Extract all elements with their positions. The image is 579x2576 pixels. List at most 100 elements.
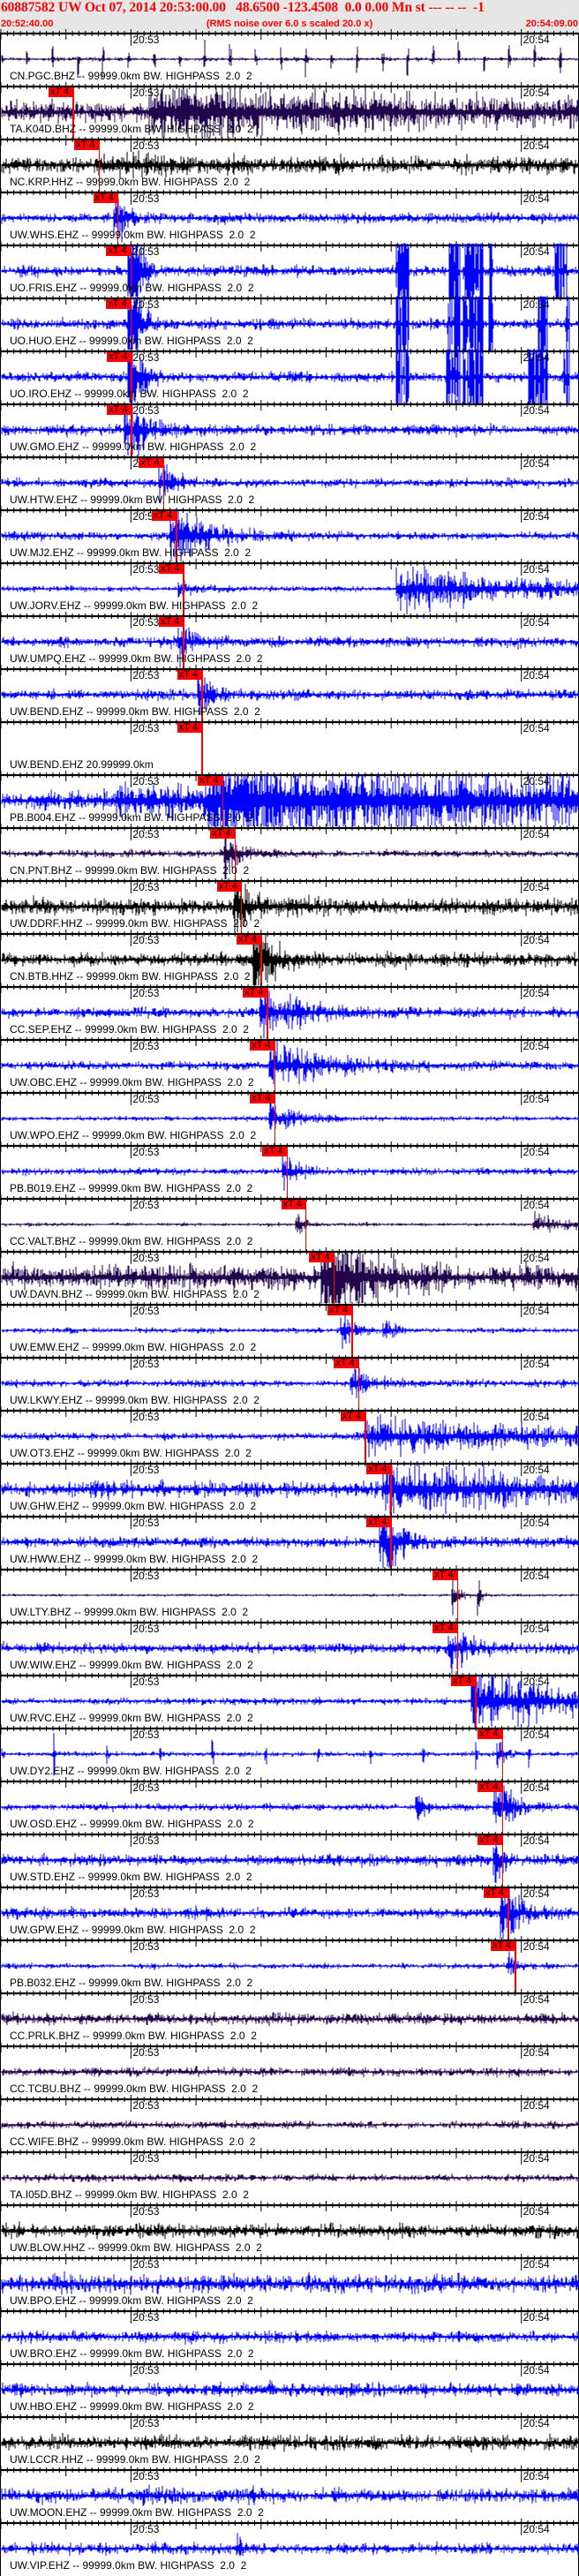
time-tick-label: 20:53 bbox=[132, 2364, 160, 2376]
phase-pick-marker[interactable]: xT 4 bbox=[250, 1041, 275, 1051]
time-tick-label: 20:53 bbox=[132, 245, 160, 258]
channel-label: TA.I05D.BHZ -- 99999.0km BW. HIGHPASS 2.… bbox=[10, 2188, 249, 2201]
trace-panel: 20:53 20:54 xT 4 UW.HWW.EHZ -- 99999.0km BW… bbox=[0, 1512, 579, 1569]
time-tick-label: 20:53 bbox=[132, 1676, 160, 1688]
time-tick-label: 20:54 bbox=[523, 1146, 550, 1158]
phase-pick-marker[interactable]: xT 4 bbox=[159, 617, 184, 627]
time-tick-label: 20:53 bbox=[132, 1834, 160, 1847]
phase-pick-marker[interactable]: xT 4 bbox=[216, 882, 242, 892]
trace-panel: 20:53 20:54 TA.I05D.BHZ -- 99999.0km BW. H… bbox=[0, 2148, 579, 2204]
trace-panel: 20:53 20:54 xT 4 CN.PNT.BHZ -- 99999.0km BW… bbox=[0, 824, 579, 880]
time-tick-label: 20:53 bbox=[132, 881, 160, 893]
phase-pick-marker[interactable]: xT 4 bbox=[334, 1359, 359, 1368]
trace-panel: 20:53 20:54 xT 4 UW.STD.EHZ -- 99999.0km BW… bbox=[0, 1830, 579, 1887]
channel-label: PB.B019.EHZ -- 99999.0km BW. HIGHPASS 2.… bbox=[10, 1182, 253, 1194]
channel-label: UW.RVC.EHZ -- 99999.0km BW. HIGHPASS 2.0… bbox=[10, 1712, 253, 1724]
channel-label: UW.GMO.EHZ -- 99999.0km BW. HIGHPASS 2.0… bbox=[10, 441, 257, 453]
channel-label: UO.FRIS.EHZ -- 99999.0km BW. HIGHPASS 2.… bbox=[10, 282, 254, 294]
phase-pick-marker[interactable]: xT 4 bbox=[106, 299, 132, 309]
channel-label: UW.DDRF.HHZ -- 99999.0km BW. HIGHPASS 2.… bbox=[10, 917, 260, 930]
channel-label: UW.OSD.EHZ -- 99999.0km BW. HIGHPASS 2.0… bbox=[10, 1818, 254, 1830]
time-tick-label: 20:54 bbox=[523, 404, 550, 417]
channel-label: CC.WIFE.BHZ -- 99999.0km BW. HIGHPASS 2.… bbox=[10, 2135, 256, 2148]
time-tick-label: 20:53 bbox=[132, 669, 160, 682]
waveform-trace bbox=[1, 2432, 579, 2452]
phase-pick-marker[interactable]: xT 4 bbox=[477, 1729, 503, 1739]
phase-pick-marker[interactable]: xT 4 bbox=[48, 87, 73, 97]
time-tick-label: 20:53 bbox=[132, 1517, 160, 1529]
time-tick-label: 20:54 bbox=[523, 1887, 550, 1900]
phase-pick-marker[interactable]: xT 4 bbox=[327, 1306, 353, 1315]
trace-panel: 20:53 20:54 CC.TCBU.BHZ -- 99999.0km BW. H… bbox=[0, 2042, 579, 2098]
phase-pick-marker[interactable]: xT 4 bbox=[106, 246, 132, 256]
phase-pick-marker[interactable]: xT 4 bbox=[243, 988, 268, 998]
phase-pick-marker[interactable]: xT 4 bbox=[432, 1623, 458, 1633]
phase-pick-marker[interactable]: xT 4 bbox=[177, 670, 202, 680]
phase-pick-marker[interactable]: xT 4 bbox=[159, 564, 184, 574]
channel-label: UW.BEND.EHZ 20.99999.0km bbox=[10, 758, 154, 771]
phase-pick-marker[interactable]: xT 4 bbox=[198, 776, 223, 786]
phase-pick-marker[interactable]: xT 4 bbox=[366, 1465, 392, 1474]
time-tick-label: 20:54 bbox=[523, 934, 550, 946]
phase-pick-marker[interactable]: xT 4 bbox=[262, 1147, 288, 1156]
time-tick-label: 20:54 bbox=[523, 351, 550, 364]
time-tick-label: 20:53 bbox=[132, 775, 160, 787]
channel-label: CC.PRLK.BHZ -- 99999.0km BW. HIGHPASS 2.… bbox=[10, 2030, 257, 2042]
time-tick-label: 20:53 bbox=[132, 1781, 160, 1794]
phase-pick-marker[interactable]: xT 4 bbox=[139, 458, 164, 468]
trace-panel: 20:53 20:54 xT 4 UW.EMW.EHZ -- 99999.0km BW… bbox=[0, 1300, 579, 1357]
phase-pick-marker[interactable]: xT 4 bbox=[177, 723, 202, 733]
channel-label: UW.WIW.EHZ -- 99999.0km BW. HIGHPASS 2.0… bbox=[10, 1659, 253, 1671]
time-tick-label: 20:54 bbox=[523, 828, 550, 840]
phase-pick-marker[interactable]: xT 4 bbox=[340, 1412, 365, 1421]
phase-pick-marker[interactable]: xT 4 bbox=[250, 1094, 275, 1103]
phase-pick-marker[interactable]: xT 4 bbox=[210, 829, 236, 839]
phase-pick-marker[interactable]: xT 4 bbox=[236, 935, 261, 945]
waveform-trace bbox=[1, 1210, 579, 1234]
time-tick-label: 20:53 bbox=[132, 192, 160, 205]
channel-label: UW.EMW.EHZ -- 99999.0km BW. HIGHPASS 2.0… bbox=[10, 1341, 257, 1353]
trace-panel: 20:53 20:54 xT 4 UW.LTY.BHZ -- 99999.0km BW… bbox=[0, 1565, 579, 1622]
time-tick-label: 20:54 bbox=[523, 1411, 550, 1423]
time-tick-label: 20:54 bbox=[523, 722, 550, 734]
time-tick-label: 20:53 bbox=[132, 2258, 160, 2271]
channel-label: PB.B004.EHZ -- 99999.0km BW. HIGHPASS 2.… bbox=[10, 811, 253, 824]
phase-pick-marker[interactable]: xT 4 bbox=[477, 1835, 503, 1845]
phase-pick-marker[interactable]: xT 4 bbox=[432, 1570, 458, 1580]
waveform-trace bbox=[1, 2533, 579, 2557]
time-tick-label: 20:53 bbox=[132, 87, 160, 99]
phase-pick-marker[interactable]: xT 4 bbox=[107, 405, 132, 415]
trace-panel: 20:53 20:54 xT 4 PB.B032.EHZ -- 99999.0km B… bbox=[0, 1936, 579, 1992]
trace-panel: 20:53 20:54 xT 4 UW.OSD.EHZ -- 99999.0km BW… bbox=[0, 1777, 579, 1834]
channel-label: UW.STD.EHZ -- 99999.0km BW. HIGHPASS 2.0… bbox=[10, 1871, 252, 1883]
trace-panel: 20:53 20:54 xT 4 UW.BEND.EHZ 20.99999.0km bbox=[0, 718, 579, 774]
phase-pick-marker[interactable]: xT 4 bbox=[74, 140, 100, 150]
time-tick-label: 20:54 bbox=[523, 1093, 550, 1105]
time-tick-label: 20:54 bbox=[523, 245, 550, 258]
time-tick-label: 20:53 bbox=[132, 934, 160, 946]
trace-panel: 20:53 20:54 xT 4 PB.B019.EHZ -- 99999.0km B… bbox=[0, 1141, 579, 1198]
waveform-trace bbox=[1, 1100, 579, 1130]
trace-panel: 20:53 20:54 xT 4 UW.GMO.EHZ -- 99999.0km BW… bbox=[0, 400, 579, 456]
phase-pick-marker[interactable]: xT 4 bbox=[366, 1518, 392, 1527]
phase-pick-marker[interactable]: xT 4 bbox=[483, 1888, 508, 1898]
phase-pick-marker[interactable]: xT 4 bbox=[451, 1676, 477, 1686]
phase-pick-marker[interactable]: xT 4 bbox=[93, 193, 118, 203]
channel-label: CC.SEP.EHZ -- 99999.0km BW. HIGHPASS 2.0… bbox=[10, 1023, 249, 1036]
time-tick-label: 20:54 bbox=[523, 616, 550, 629]
phase-pick-marker[interactable]: xT 4 bbox=[152, 511, 177, 521]
time-tick-label: 20:53 bbox=[132, 2046, 160, 2059]
phase-pick-marker[interactable]: xT 4 bbox=[107, 352, 132, 362]
phase-pick-marker[interactable]: xT 4 bbox=[309, 1253, 335, 1262]
phase-pick-marker[interactable]: xT 4 bbox=[281, 1200, 306, 1209]
trace-panel: 20:53 20:54 UW.HBO.EHZ -- 99999.0km BW. HI… bbox=[0, 2360, 579, 2416]
time-tick-label: 20:53 bbox=[132, 722, 160, 734]
trace-panel: 20:53 20:54 UW.BRO.EHZ -- 99999.0km BW. HI… bbox=[0, 2307, 579, 2363]
time-tick-label: 20:54 bbox=[523, 298, 550, 311]
time-tick-label: 20:53 bbox=[132, 1729, 160, 1741]
time-tick-label: 20:53 bbox=[132, 2311, 160, 2324]
time-tick-label: 20:54 bbox=[523, 2470, 550, 2482]
time-tick-label: 20:54 bbox=[523, 1358, 550, 1370]
phase-pick-marker[interactable]: xT 4 bbox=[477, 1782, 503, 1792]
phase-pick-marker[interactable]: xT 4 bbox=[491, 1941, 516, 1951]
